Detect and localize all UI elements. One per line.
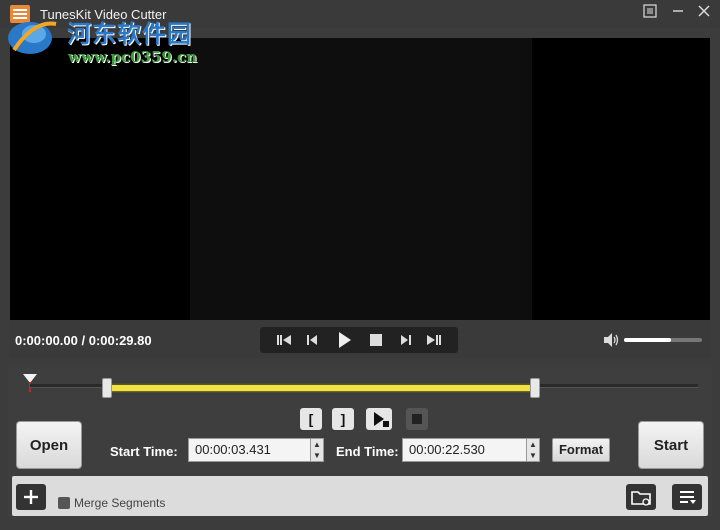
start-time-up-icon[interactable]: ▲ [311,439,323,450]
transport-controls [260,327,458,353]
selection-range[interactable] [106,385,535,391]
format-button[interactable]: Format [552,438,610,462]
output-folder-button[interactable] [626,484,656,510]
merge-segments-checkbox[interactable] [58,497,70,509]
mark-in-button[interactable]: [ [300,408,322,430]
preview-segment-button[interactable] [366,408,392,430]
preview-play-icon [374,412,389,427]
step-forward-icon[interactable] [394,330,418,350]
next-frame-icon[interactable] [422,330,446,350]
previous-frame-icon[interactable] [272,330,296,350]
start-time-down-icon[interactable]: ▼ [311,450,323,461]
end-time-stepper[interactable]: ▲ ▼ [526,438,540,462]
mark-out-button[interactable]: ] [332,408,354,430]
watermark-url: www.pc0359.cn [68,48,198,66]
start-time-stepper[interactable]: ▲ ▼ [310,438,324,462]
player-controls: 0:00:00.00 / 0:00:29.80 [10,320,710,358]
list-icon [680,491,696,504]
play-icon[interactable] [332,330,356,350]
selection-end-handle[interactable] [530,378,540,398]
end-time-input[interactable]: 00:00:22.530 [402,438,532,462]
volume-icon[interactable] [602,332,620,348]
stop-preview-icon [412,414,422,424]
folder-icon [631,491,651,506]
volume-slider[interactable] [624,338,702,342]
segments-bar: Merge Segments [12,476,708,516]
minimize-icon[interactable] [668,4,688,22]
menu-icon[interactable] [640,4,660,22]
video-preview [10,38,710,320]
end-time-label: End Time: [336,444,399,459]
end-time-down-icon[interactable]: ▼ [527,450,539,461]
step-back-icon[interactable] [300,330,324,350]
watermark-site-name: 河东软件园 [67,20,192,48]
start-time-input[interactable]: 00:00:03.431 [188,438,318,462]
open-button[interactable]: Open [16,421,82,469]
start-time-label: Start Time: [110,444,178,459]
merge-segments-label: Merge Segments [74,496,166,510]
plus-icon [24,490,38,504]
selection-start-handle[interactable] [101,378,112,398]
stop-preview-button[interactable] [406,408,428,430]
task-list-button[interactable] [672,484,702,510]
end-time-up-icon[interactable]: ▲ [527,439,539,450]
stop-icon[interactable] [364,330,388,350]
add-segment-button[interactable] [16,484,46,510]
watermark-logo-icon [8,21,57,54]
start-button[interactable]: Start [638,421,704,469]
cutter-panel: [ ] Open Start Time: 00:00:03.431 ▲ ▼ En… [8,366,712,520]
volume-fill [624,338,671,342]
video-frame [190,38,532,320]
timecode: 0:00:00.00 / 0:00:29.80 [15,333,152,348]
close-icon[interactable] [694,4,714,22]
